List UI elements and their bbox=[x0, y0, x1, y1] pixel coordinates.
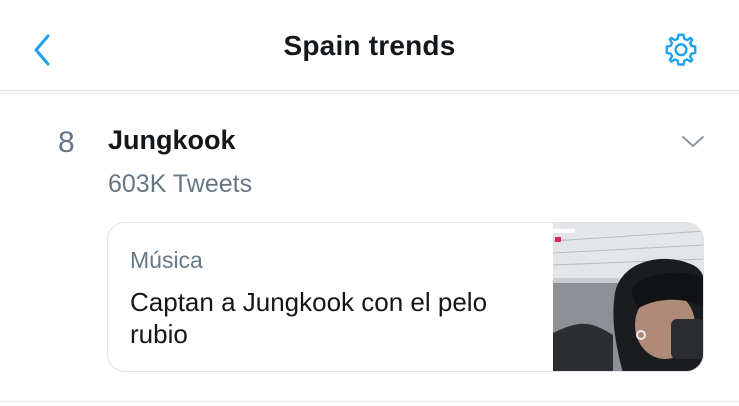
trend-name[interactable]: Jungkook bbox=[108, 125, 236, 156]
trend-options-button[interactable] bbox=[680, 132, 706, 152]
news-card[interactable]: Música Captan a Jungkook con el pelo rub… bbox=[107, 222, 704, 372]
news-headline[interactable]: Captan a Jungkook con el pelo rubio bbox=[130, 286, 530, 350]
top-navigation-bar: Spain trends bbox=[0, 0, 739, 90]
photo-thumbnail bbox=[553, 223, 703, 371]
page-title: Spain trends bbox=[283, 30, 456, 61]
news-category: Música bbox=[130, 247, 203, 273]
gear-icon bbox=[665, 33, 697, 66]
trend-item[interactable]: 8 Jungkook 603K Tweets Música Captan a J… bbox=[0, 94, 739, 400]
trend-rank: 8 bbox=[58, 126, 75, 159]
header-divider bbox=[0, 90, 739, 91]
settings-button[interactable] bbox=[660, 30, 702, 72]
news-thumbnail[interactable] bbox=[553, 223, 703, 371]
list-divider bbox=[0, 401, 739, 402]
chevron-down-icon bbox=[682, 136, 704, 147]
trend-tweet-count: 603K Tweets bbox=[108, 170, 253, 198]
